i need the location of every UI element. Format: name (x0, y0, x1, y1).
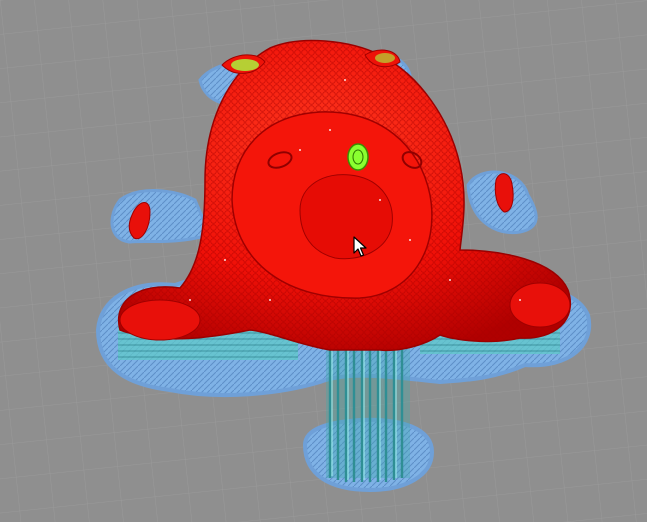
model-foot-right (509, 282, 571, 328)
model-foot-left (119, 299, 201, 341)
slice-preview-viewport[interactable] (0, 0, 647, 522)
infill-left-ear (231, 59, 259, 71)
build-plate-scene[interactable] (0, 0, 647, 522)
infill-right-ear (375, 53, 395, 63)
infill-top (347, 143, 369, 171)
mouse-pointer-icon (353, 236, 367, 257)
model-snout (299, 174, 393, 260)
